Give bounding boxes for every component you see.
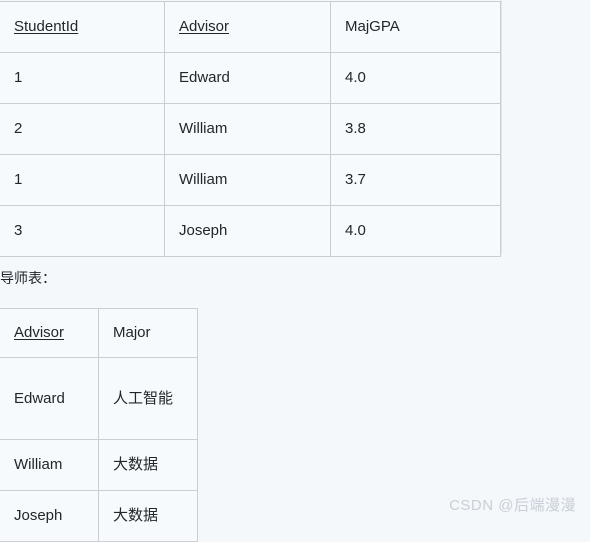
table-row: 2 William 3.8 (0, 103, 501, 155)
table-row: 1 Edward 4.0 (0, 52, 501, 104)
table-header-row: Advisor Major (0, 308, 198, 358)
cell-major: 大数据 (98, 439, 198, 491)
cell-advisor: William (0, 439, 99, 491)
cell-advisor: Joseph (164, 205, 331, 257)
table-row: William 大数据 (0, 439, 198, 491)
column-header-advisor-label: Advisor (179, 18, 230, 35)
cell-majgpa: 3.7 (330, 154, 501, 206)
cell-studentid: 1 (0, 154, 165, 206)
content-column-divider (501, 0, 502, 254)
advisor-table-caption: 导师表： (0, 270, 56, 286)
column-header-majgpa: MajGPA (330, 1, 501, 53)
table-row: Joseph 大数据 (0, 490, 198, 542)
table-row: 3 Joseph 4.0 (0, 205, 501, 257)
cell-advisor: Edward (164, 52, 331, 104)
cell-major: 人工智能 (98, 357, 198, 440)
table-row: Edward 人工智能 (0, 357, 198, 440)
column-header-major-label: Major (113, 324, 151, 341)
cell-advisor: William (164, 154, 331, 206)
cell-major-text: 人工智能 (113, 390, 174, 407)
student-relation-table: StudentId Advisor MajGPA 1 Edward 4.0 2 … (0, 1, 501, 257)
cell-studentid: 1 (0, 52, 165, 104)
column-header-advisor: Advisor (0, 308, 99, 358)
csdn-watermark: CSDN @后端漫漫 (449, 497, 576, 514)
cell-majgpa: 3.8 (330, 103, 501, 155)
advisor-relation-table: Advisor Major Edward 人工智能 William 大数据 Jo… (0, 308, 198, 542)
cell-majgpa: 4.0 (330, 205, 501, 257)
cell-studentid: 3 (0, 205, 165, 257)
column-header-major: Major (98, 308, 198, 358)
cell-advisor: Edward (0, 357, 99, 440)
cell-advisor: Joseph (0, 490, 99, 542)
column-header-studentid: StudentId (0, 1, 165, 53)
column-header-advisor: Advisor (164, 1, 331, 53)
table-row: 1 William 3.7 (0, 154, 501, 206)
column-header-advisor-label: Advisor (14, 324, 65, 341)
column-header-majgpa-label: MajGPA (345, 18, 400, 35)
table-header-row: StudentId Advisor MajGPA (0, 1, 501, 53)
cell-majgpa: 4.0 (330, 52, 501, 104)
cell-major: 大数据 (98, 490, 198, 542)
cell-advisor: William (164, 103, 331, 155)
cell-studentid: 2 (0, 103, 165, 155)
column-header-studentid-label: StudentId (14, 18, 79, 35)
